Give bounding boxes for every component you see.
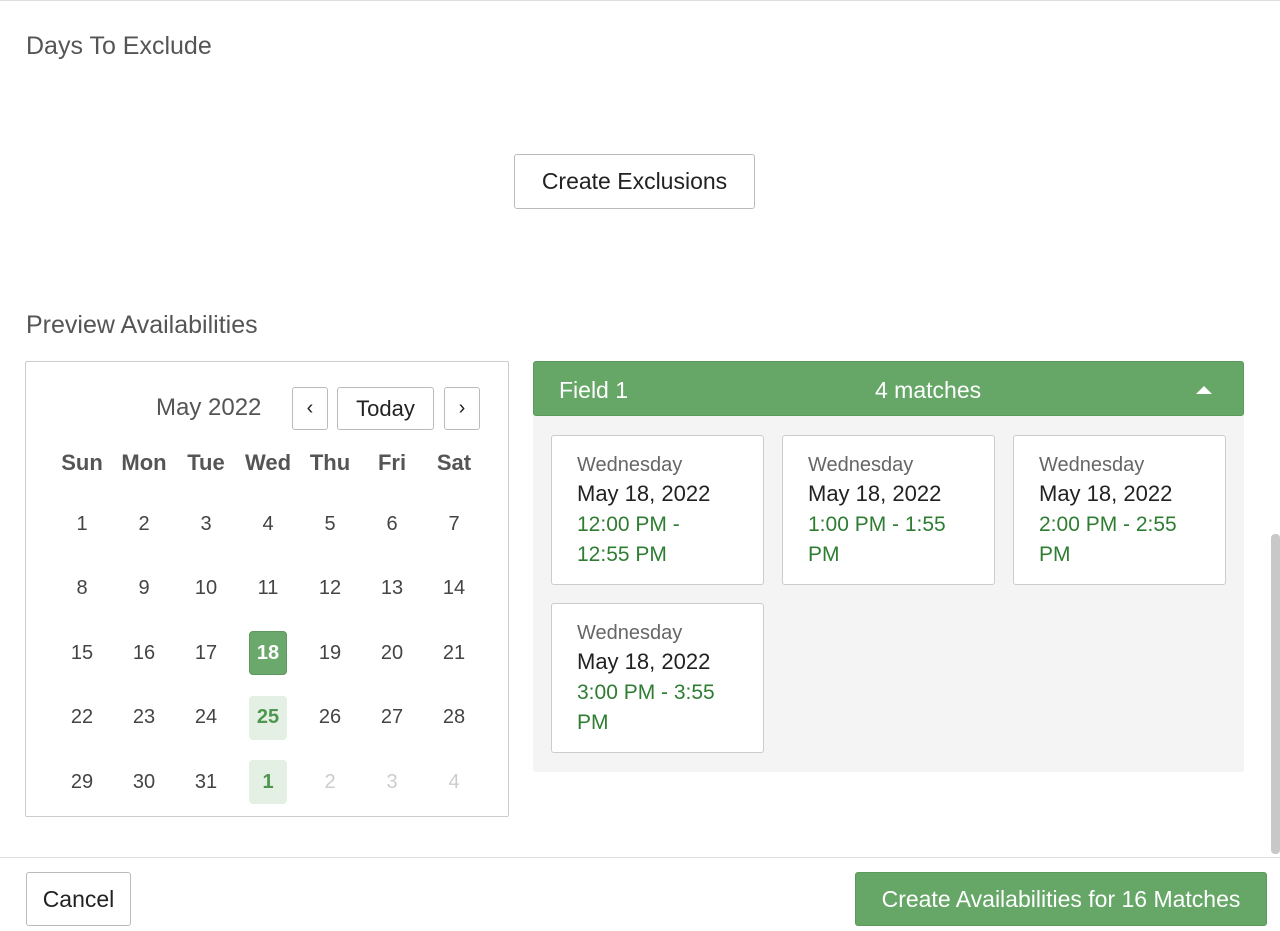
calendar-week: 15 16 17 18 19 20 21	[51, 621, 485, 686]
card-time: 1:00 PM - 1:55 PM	[808, 513, 946, 566]
cancel-button[interactable]: Cancel	[26, 872, 131, 926]
calendar-day[interactable]: 5	[299, 492, 361, 557]
weekday-header: Sun Mon Tue Wed Thu Fri Sat	[51, 450, 485, 476]
availability-card[interactable]: Wednesday May 18, 2022 2:00 PM - 2:55 PM	[1013, 435, 1226, 585]
calendar-day[interactable]: 6	[361, 492, 423, 557]
calendar-week: 1 2 3 4 5 6 7	[51, 492, 485, 557]
card-date: May 18, 2022	[577, 481, 711, 506]
calendar-day[interactable]: 12	[299, 557, 361, 622]
card-weekday: Wednesday	[1039, 454, 1145, 476]
calendar-day[interactable]: 7	[423, 492, 485, 557]
calendar-day[interactable]: 10	[175, 557, 237, 622]
weekday-label: Mon	[121, 450, 167, 475]
weekday-label: Sun	[61, 450, 103, 475]
availability-card[interactable]: Wednesday May 18, 2022 3:00 PM - 3:55 PM	[551, 603, 764, 753]
calendar-day-selected[interactable]: 18	[237, 621, 299, 686]
calendar-day[interactable]: 9	[113, 557, 175, 622]
calendar-day-outside-month[interactable]: 4	[423, 750, 485, 815]
caret-up-icon[interactable]	[1196, 386, 1212, 394]
card-time: 3:00 PM - 3:55 PM	[577, 681, 715, 734]
card-date: May 18, 2022	[808, 481, 942, 506]
calendar-day[interactable]: 26	[299, 686, 361, 751]
create-exclusions-button[interactable]: Create Exclusions	[514, 154, 755, 209]
availability-panel: Field 1 4 matches Wednesday May 18, 2022…	[533, 361, 1244, 772]
weekday-label: Thu	[309, 450, 351, 475]
availability-card[interactable]: Wednesday May 18, 2022 12:00 PM - 12:55 …	[551, 435, 764, 585]
card-date: May 18, 2022	[1039, 481, 1173, 506]
calendar-day[interactable]: 20	[361, 621, 423, 686]
calendar: May 2022 ‹ Today › Sun Mon Tue Wed Thu F…	[25, 361, 509, 817]
calendar-month-label: May 2022	[156, 394, 262, 421]
footer-divider	[0, 857, 1280, 858]
preview-availabilities-title: Preview Availabilities	[26, 311, 258, 339]
card-weekday: Wednesday	[577, 622, 683, 644]
card-time: 12:00 PM - 12:55 PM	[577, 513, 680, 566]
card-date: May 18, 2022	[577, 649, 711, 674]
card-weekday: Wednesday	[577, 454, 683, 476]
calendar-day[interactable]: 2	[113, 492, 175, 557]
calendar-day[interactable]: 16	[113, 621, 175, 686]
calendar-day[interactable]: 4	[237, 492, 299, 557]
calendar-day[interactable]: 1	[51, 492, 113, 557]
calendar-day[interactable]: 21	[423, 621, 485, 686]
calendar-day[interactable]: 13	[361, 557, 423, 622]
calendar-day[interactable]: 29	[51, 750, 113, 815]
calendar-day-outside-month[interactable]: 3	[361, 750, 423, 815]
calendar-day[interactable]: 14	[423, 557, 485, 622]
weekday-label: Wed	[244, 450, 292, 475]
weekday-label: Fri	[377, 450, 407, 475]
weekday-label: Tue	[187, 450, 225, 475]
calendar-day[interactable]: 17	[175, 621, 237, 686]
field-accordion-header[interactable]: Field 1 4 matches	[533, 361, 1244, 416]
weekday-label: Sat	[436, 450, 472, 475]
create-availabilities-modal: Days To Exclude Create Exclusions Previe…	[0, 0, 1280, 931]
availability-card[interactable]: Wednesday May 18, 2022 1:00 PM - 1:55 PM	[782, 435, 995, 585]
calendar-day[interactable]: 11	[237, 557, 299, 622]
match-count: 4 matches	[875, 377, 982, 403]
calendar-week: 29 30 31 1 2 3 4	[51, 750, 485, 815]
calendar-day[interactable]: 15	[51, 621, 113, 686]
scrollbar[interactable]	[1271, 534, 1280, 854]
calendar-day[interactable]: 28	[423, 686, 485, 751]
calendar-day-highlighted[interactable]: 1	[237, 750, 299, 815]
calendar-day-highlighted[interactable]: 25	[237, 686, 299, 751]
calendar-day[interactable]: 31	[175, 750, 237, 815]
card-weekday: Wednesday	[808, 454, 914, 476]
calendar-day[interactable]: 24	[175, 686, 237, 751]
calendar-week: 22 23 24 25 26 27 28	[51, 686, 485, 751]
create-availabilities-button[interactable]: Create Availabilities for 16 Matches	[855, 872, 1267, 926]
field-name: Field 1	[559, 377, 629, 403]
card-time: 2:00 PM - 2:55 PM	[1039, 513, 1177, 566]
today-button[interactable]: Today	[337, 387, 434, 430]
calendar-day[interactable]: 19	[299, 621, 361, 686]
calendar-day[interactable]: 27	[361, 686, 423, 751]
calendar-grid: 1 2 3 4 5 6 7 8 9 10 11 12 13 14 15 16 1…	[51, 492, 485, 815]
calendar-day[interactable]: 22	[51, 686, 113, 751]
calendar-day-outside-month[interactable]: 2	[299, 750, 361, 815]
calendar-day[interactable]: 3	[175, 492, 237, 557]
calendar-week: 8 9 10 11 12 13 14	[51, 557, 485, 622]
calendar-day[interactable]: 8	[51, 557, 113, 622]
previous-month-button[interactable]: ‹	[292, 387, 328, 430]
days-to-exclude-title: Days To Exclude	[26, 32, 212, 60]
next-month-button[interactable]: ›	[444, 387, 480, 430]
calendar-day[interactable]: 30	[113, 750, 175, 815]
calendar-day[interactable]: 23	[113, 686, 175, 751]
